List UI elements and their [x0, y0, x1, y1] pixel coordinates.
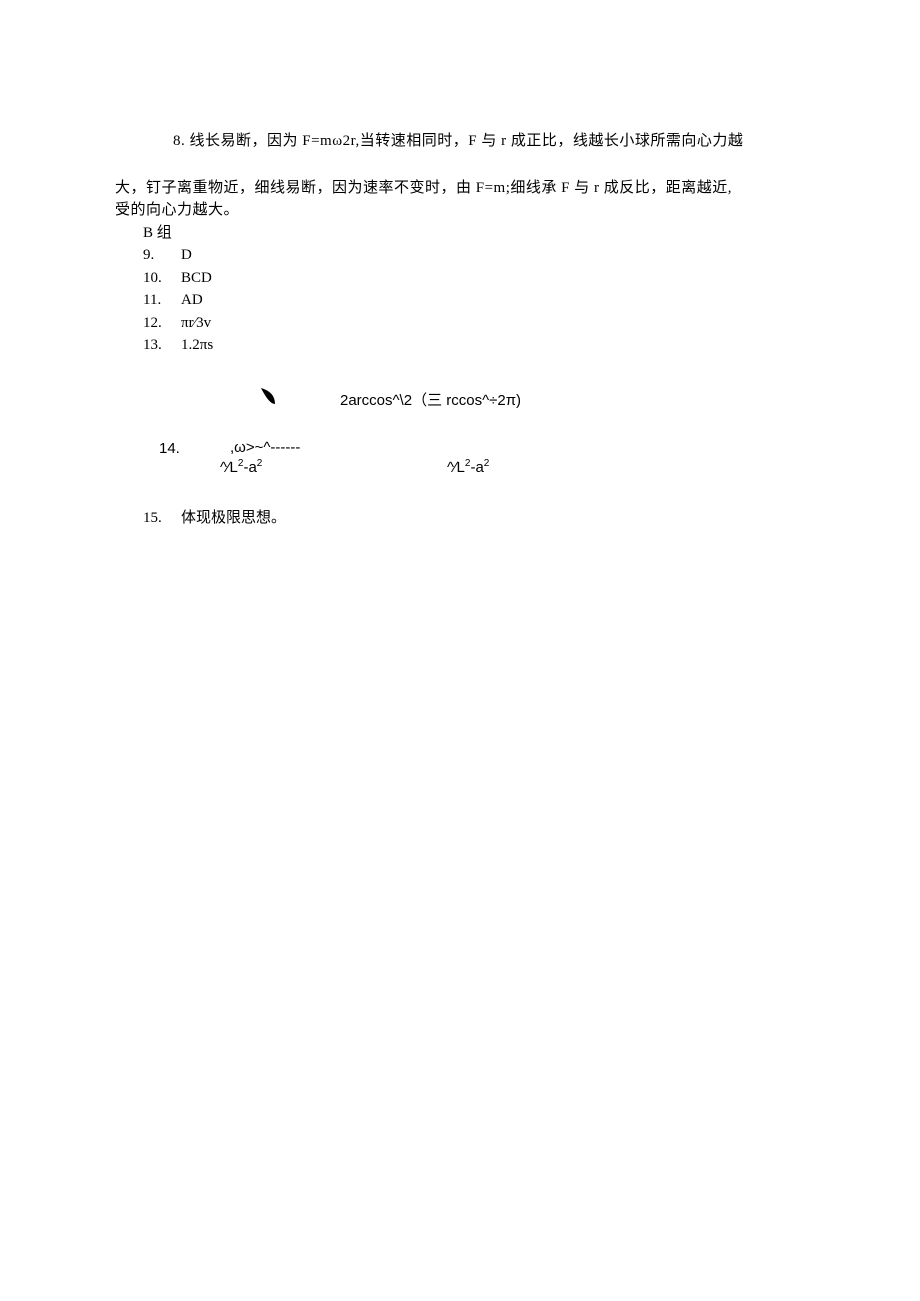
answer-value: 体现极限思想。	[181, 510, 286, 526]
answer-number: 11.	[143, 289, 181, 312]
answer-number: 12.	[143, 312, 181, 335]
answer-14-block: 2arccos^\2（三 rccos^÷2π) 14. ,ω>~^------ …	[115, 387, 805, 507]
answer-8-line2: 大，钉子离重物近，细线易断，因为速率不变时，由 F=m;细线承 F 与 r 成反…	[115, 177, 805, 200]
denom-rest: -a	[470, 459, 483, 476]
answer-text: 受的向心力越大。	[115, 202, 239, 218]
formula-denominator-1: ^∕L2-a2	[220, 456, 262, 480]
denom-rest: -a	[243, 459, 256, 476]
answer-value: D	[181, 247, 192, 263]
answer-value: AD	[181, 292, 203, 308]
denom-text: ^∕L	[220, 459, 238, 476]
formula-top: 2arccos^\2（三 rccos^÷2π)	[340, 390, 521, 413]
answer-value: πr∕3v	[181, 315, 211, 331]
denom-text: ^∕L	[447, 459, 465, 476]
group-label: B 组	[143, 225, 172, 241]
answer-13: 13.1.2πs	[115, 334, 805, 357]
curve-shape-icon	[257, 386, 281, 410]
answer-9: 9.D	[115, 244, 805, 267]
denom-exp2: 2	[257, 458, 263, 469]
answer-text: 大，钉子离重物近，细线易断，因为速率不变时，由 F=m;细线承 F 与 r 成反…	[115, 180, 732, 196]
answer-8-line1: 8. 线长易断，因为 F=mω2r,当转速相同时，F 与 r 成正比，线越长小球…	[115, 130, 805, 153]
answer-number: 8.	[173, 133, 185, 149]
answer-value: 1.2πs	[181, 337, 213, 353]
answer-14-row: 14.	[159, 438, 180, 461]
answer-number: 10.	[143, 267, 181, 290]
group-b-heading: B 组	[115, 222, 805, 245]
denom-exp2: 2	[484, 458, 490, 469]
answer-number: 13.	[143, 334, 181, 357]
answer-number: 15.	[143, 507, 181, 530]
answer-8-line3: 受的向心力越大。	[115, 199, 805, 222]
answer-value: BCD	[181, 270, 212, 286]
answer-12: 12.πr∕3v	[115, 312, 805, 335]
answer-number: 9.	[143, 244, 181, 267]
answer-11: 11.AD	[115, 289, 805, 312]
formula-denominator-2: ^∕L2-a2	[447, 456, 489, 480]
document-page: 8. 线长易断，因为 F=mω2r,当转速相同时，F 与 r 成正比，线越长小球…	[0, 0, 920, 529]
answer-text: 线长易断，因为 F=mω2r,当转速相同时，F 与 r 成正比，线越长小球所需向…	[190, 133, 744, 149]
answer-15: 15.体现极限思想。	[115, 507, 805, 530]
answer-number: 14.	[159, 438, 180, 461]
answer-10: 10.BCD	[115, 267, 805, 290]
